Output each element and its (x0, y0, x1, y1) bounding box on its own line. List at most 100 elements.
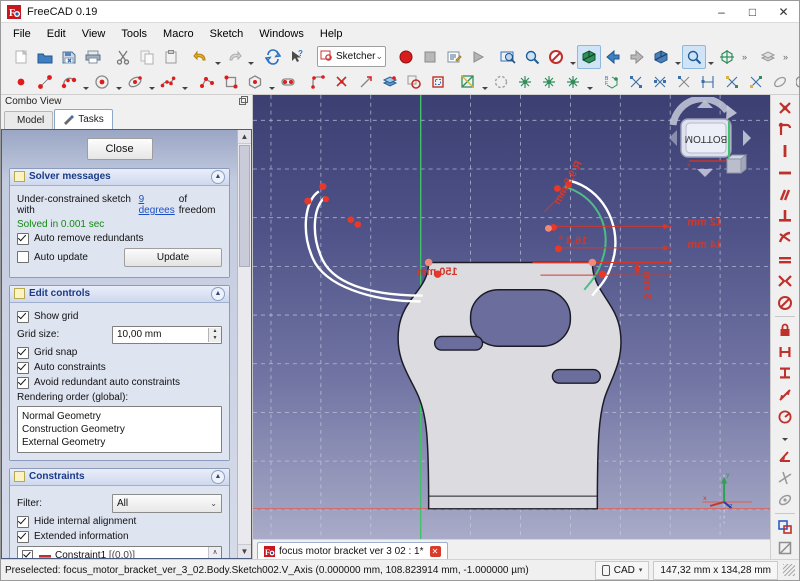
extended-information-checkbox[interactable] (17, 530, 29, 543)
degrees-of-freedom-link[interactable]: 9 degrees (139, 194, 179, 216)
grid-snap-checkbox[interactable] (17, 346, 29, 359)
stepper-up-icon[interactable]: ▲ (209, 328, 221, 335)
conic-dropdown-arrow-icon[interactable] (147, 68, 156, 95)
radius-dropdown-arrow-icon[interactable] (781, 427, 790, 445)
view-toolbar-overflow-chevron[interactable]: » (739, 52, 750, 62)
constraints-filter-select[interactable]: All ⌄ (112, 493, 222, 513)
bounding-box-button[interactable] (715, 45, 739, 69)
zoom-magnifier-button[interactable] (520, 45, 544, 69)
copy-button[interactable] (135, 45, 159, 69)
draw-style-button[interactable] (544, 45, 568, 69)
menu-help[interactable]: Help (312, 25, 351, 43)
tab-model[interactable]: Model (4, 110, 54, 129)
select-elements-button[interactable] (648, 70, 672, 94)
redo-button[interactable] (222, 45, 246, 69)
external-geometry-button[interactable] (378, 70, 402, 94)
tasks-panel-scrollbar[interactable]: ▲ ▼ (237, 129, 251, 558)
axonometric-view-button[interactable] (577, 44, 602, 69)
menu-sketch[interactable]: Sketch (202, 25, 252, 43)
redo-dropdown-arrow-icon[interactable] (246, 43, 255, 70)
copy-geometry-button[interactable] (537, 70, 561, 94)
create-point-button[interactable] (9, 70, 33, 94)
arc-dropdown-arrow-icon[interactable] (81, 68, 90, 95)
constrain-tangent-button[interactable] (772, 227, 798, 249)
menu-windows[interactable]: Windows (251, 25, 312, 43)
create-slot-button[interactable] (276, 70, 300, 94)
show-hide-constraints-button[interactable]: BF (600, 70, 624, 94)
constraints-list-scrollbar[interactable]: ∧ ∨ (208, 546, 221, 558)
update-button[interactable]: Update (124, 247, 222, 267)
auto-constraints-checkbox[interactable] (17, 361, 29, 374)
constrain-radius-button[interactable] (772, 406, 798, 428)
std-views-dropdown-arrow-icon[interactable] (673, 43, 682, 70)
auto-update-checkbox[interactable] (17, 251, 29, 264)
solver-messages-header[interactable]: Solver messages ▲ (10, 168, 229, 186)
constrain-lock-button[interactable] (772, 319, 798, 341)
rectangular-array-button[interactable] (561, 70, 585, 94)
undo-dropdown-arrow-icon[interactable] (213, 43, 222, 70)
maximize-button[interactable]: □ (737, 1, 768, 22)
print-button[interactable] (81, 45, 105, 69)
constraint-list-item[interactable]: Constraint1 [(0,0)] (18, 549, 208, 558)
macro-execute-button[interactable] (466, 45, 490, 69)
hide-internal-alignment-row[interactable]: Hide internal alignment (17, 515, 222, 528)
new-document-button[interactable] (9, 45, 33, 69)
auto-constraints-row[interactable]: Auto constraints (17, 361, 222, 374)
undo-button[interactable] (189, 45, 213, 69)
avoid-redundant-checkbox[interactable] (17, 376, 29, 389)
cut-button[interactable] (111, 45, 135, 69)
scroll-down-icon[interactable]: ▼ (238, 544, 251, 558)
select-redundant-button[interactable] (672, 70, 696, 94)
constraint-checkbox[interactable] (22, 550, 33, 558)
close-icon[interactable]: ✕ (429, 545, 441, 557)
toggle-construction-dropdown-arrow-icon[interactable] (480, 68, 489, 95)
std-views-button[interactable] (649, 45, 673, 69)
view-back-button[interactable] (601, 45, 625, 69)
edit-controls-header[interactable]: Edit controls ▲ (10, 285, 229, 303)
menu-file[interactable]: File (5, 25, 39, 43)
toggle-driving-constraint-button[interactable] (772, 516, 798, 538)
open-folder-button[interactable] (33, 45, 57, 69)
create-polyline-button[interactable] (195, 70, 219, 94)
zoom-box-dropdown-arrow-icon[interactable] (706, 43, 715, 70)
auto-remove-redundants-row[interactable]: Auto remove redundants (17, 232, 222, 245)
paste-button[interactable] (159, 45, 183, 69)
create-rectangle-button[interactable] (219, 70, 243, 94)
rendering-order-item[interactable]: Construction Geometry (22, 423, 217, 436)
constrain-distance-horizontal-button[interactable] (772, 341, 798, 363)
macro-record-button[interactable] (394, 45, 418, 69)
constraints-list[interactable]: Constraint1 [(0,0)] Constraint2 [(1,2),(… (17, 545, 222, 558)
rendering-order-item[interactable]: Normal Geometry (22, 410, 217, 423)
grid-size-stepper[interactable]: ▲ ▼ (208, 327, 221, 342)
select-conflicting-button[interactable] (696, 70, 720, 94)
constrain-distance-vertical-button[interactable] (772, 362, 798, 384)
collapse-chevron-icon[interactable]: ▲ (211, 469, 225, 484)
carbon-copy-button[interactable] (402, 70, 426, 94)
constrain-distance-button[interactable] (772, 384, 798, 406)
constrain-vertical-button[interactable] (772, 140, 798, 162)
draw-style-dropdown-arrow-icon[interactable] (568, 43, 577, 70)
constrain-symmetric-button[interactable] (772, 271, 798, 293)
float-dock-icon[interactable] (239, 96, 248, 107)
grid-size-input[interactable]: 10,00 mm ▲ ▼ (112, 325, 222, 344)
create-circle-button[interactable] (90, 70, 114, 94)
constrain-perpendicular-button[interactable] (772, 206, 798, 228)
restore-alignment-button[interactable] (744, 70, 768, 94)
create-conic-button[interactable] (123, 70, 147, 94)
grid-snap-row[interactable]: Grid snap (17, 346, 222, 359)
symmetry-button[interactable] (768, 70, 792, 94)
rendering-order-item[interactable]: External Geometry (22, 436, 217, 449)
view-forward-button[interactable] (625, 45, 649, 69)
menu-view[interactable]: View (74, 25, 114, 43)
validate-sketch-button[interactable] (792, 70, 800, 94)
constrain-snell-law-button[interactable] (772, 467, 798, 489)
constraints-header[interactable]: Constraints ▲ (10, 468, 229, 486)
close-button[interactable]: ✕ (768, 1, 799, 22)
circle-dropdown-arrow-icon[interactable] (114, 68, 123, 95)
macro-stop-button[interactable] (418, 45, 442, 69)
constrain-horizontal-button[interactable] (772, 162, 798, 184)
navigation-cube[interactable]: BOTTOM x (665, 95, 760, 182)
3d-viewport[interactable]: 150 mm R 9,5 mm 16,4 ° 12 mm 14 mm 3 mm (253, 95, 770, 539)
create-arc-button[interactable] (57, 70, 81, 94)
fit-all-button[interactable] (496, 45, 520, 69)
